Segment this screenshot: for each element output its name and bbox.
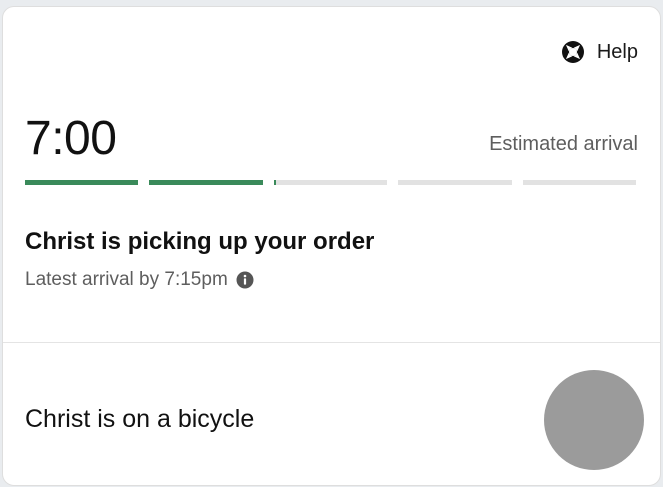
lifebuoy-icon	[561, 41, 584, 63]
courier-vehicle-text: Christ is on a bicycle	[25, 405, 255, 433]
delivery-progress-bar	[25, 180, 637, 185]
section-divider	[3, 342, 660, 343]
progress-segment-fill	[25, 180, 139, 185]
latest-arrival: Latest arrival by 7:15pm	[25, 267, 254, 293]
eta-label: Estimated arrival	[489, 133, 638, 155]
courier-avatar	[544, 370, 644, 470]
progress-segment-fill	[149, 180, 263, 185]
latest-arrival-text: Latest arrival by 7:15pm	[25, 269, 228, 290]
progress-segment	[149, 180, 263, 185]
help-label: Help	[596, 40, 638, 63]
eta-time: 7:00	[25, 112, 117, 165]
progress-segment	[273, 180, 388, 185]
status-title: Christ is picking up your order	[25, 228, 375, 255]
progress-segment	[25, 180, 139, 185]
progress-segment-fill	[273, 180, 277, 185]
progress-segment	[398, 180, 512, 185]
help-button[interactable]: Help	[561, 36, 638, 68]
delivery-status-card: Help 7:00 Estimated arrival Christ is pi…	[2, 6, 661, 486]
progress-segment	[522, 180, 637, 185]
info-icon[interactable]	[236, 271, 254, 289]
